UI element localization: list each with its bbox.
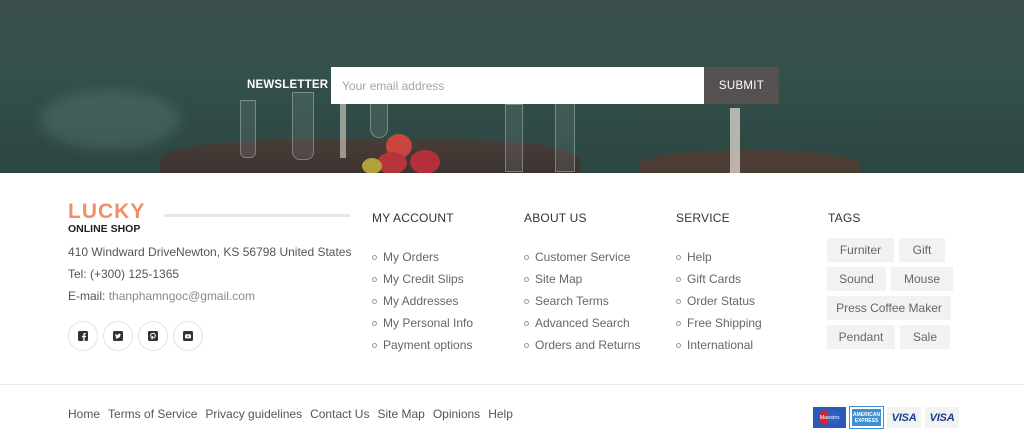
banner-glass-image [292,92,314,160]
tag-item[interactable]: Pendant [827,325,895,349]
footer-column-my-account: MY ACCOUNT My Orders My Credit Slips My … [372,211,473,356]
contact-email-link[interactable]: thanphamngoc@gmail.com [109,289,255,303]
visa-icon: VISA [887,407,921,428]
footer-divider [0,384,1024,385]
contact-email-row: E-mail: thanphamngoc@gmail.com [68,289,255,303]
maestro-icon: Maestro [813,407,846,428]
tag-item[interactable]: Furniter [827,238,894,262]
contact-email-label: E-mail: [68,289,106,303]
footer-link[interactable]: My Credit Slips [372,268,473,290]
banner-apple-image [377,152,407,173]
banner-glass-image [555,100,575,172]
footer-link[interactable]: Gift Cards [676,268,762,290]
tag-item[interactable]: Gift [899,238,945,262]
american-express-icon: AMERICAN EXPRESS [849,406,884,429]
youtube-icon [183,331,193,341]
bullet-icon [524,342,529,348]
bullet-icon [372,298,377,304]
bottom-link-home[interactable]: Home [68,407,100,421]
banner-apple-image [410,150,440,173]
bullet-icon [676,298,681,304]
tag-item[interactable]: Press Coffee Maker [827,296,951,320]
footer-link[interactable]: My Addresses [372,290,473,312]
column-title: SERVICE [676,211,730,225]
pinterest-link[interactable] [138,321,168,351]
banner-table-image-2 [640,150,860,173]
brand-name: LUCKY [68,200,146,223]
social-links [68,321,203,351]
brand-divider [164,214,350,217]
banner-glass-image [240,100,256,158]
bottom-link-help[interactable]: Help [488,407,513,421]
bullet-icon [676,276,681,282]
footer-link[interactable]: International [676,334,762,356]
footer-link[interactable]: My Orders [372,246,473,268]
footer-brand-logo[interactable]: LUCKY ONLINE SHOP [68,201,145,235]
footer-link[interactable]: Payment options [372,334,473,356]
bullet-icon [524,276,529,282]
banner-candle-image [340,104,346,158]
footer-column-tags: TAGS [828,211,861,225]
twitter-icon [113,331,123,341]
bullet-icon [524,254,529,260]
footer-column-service: SERVICE Help Gift Cards Order Status Fre… [676,211,762,356]
tag-item[interactable]: Sound [827,267,886,291]
bullet-icon [372,276,377,282]
bullet-icon [372,320,377,326]
bullet-icon [524,298,529,304]
payment-methods: Maestro AMERICAN EXPRESS VISA VISA [813,406,959,429]
banner-glass-image [370,100,388,138]
bottom-nav: Home Terms of Service Privacy guidelines… [68,407,513,421]
newsletter-label: NEWSLETTER [247,79,329,91]
facebook-link[interactable] [68,321,98,351]
bottom-link-terms[interactable]: Terms of Service [108,407,197,421]
contact-address: 410 Windward DriveNewton, KS 56798 Unite… [68,245,352,259]
footer-link[interactable]: Search Terms [524,290,640,312]
banner-glass-image [505,104,523,172]
banner-decoration [40,90,180,150]
banner-apple-image [362,158,382,173]
column-title: TAGS [828,211,861,225]
footer-link[interactable]: Site Map [524,268,640,290]
pinterest-icon [148,331,158,341]
bullet-icon [676,320,681,326]
bottom-link-opinions[interactable]: Opinions [433,407,480,421]
youtube-link[interactable] [173,321,203,351]
footer-link[interactable]: Customer Service [524,246,640,268]
bottom-link-sitemap[interactable]: Site Map [377,407,424,421]
newsletter-submit-button[interactable]: SUBMIT [704,67,779,104]
footer-column-about-us: ABOUT US Customer Service Site Map Searc… [524,211,640,356]
footer-link[interactable]: Advanced Search [524,312,640,334]
bullet-icon [372,254,377,260]
bullet-icon [676,342,681,348]
bullet-icon [524,320,529,326]
footer-link[interactable]: Order Status [676,290,762,312]
bottom-link-privacy[interactable]: Privacy guidelines [205,407,302,421]
bullet-icon [676,254,681,260]
footer-link[interactable]: Help [676,246,762,268]
footer-link[interactable]: Orders and Returns [524,334,640,356]
tag-item[interactable]: Sale [900,325,950,349]
twitter-link[interactable] [103,321,133,351]
newsletter-banner: NEWSLETTER SUBMIT [0,0,1024,173]
footer-link[interactable]: My Personal Info [372,312,473,334]
bullet-icon [372,342,377,348]
bottom-link-contact[interactable]: Contact Us [310,407,369,421]
column-title: MY ACCOUNT [372,211,454,225]
tag-item[interactable]: Mouse [891,267,953,291]
brand-tagline: ONLINE SHOP [68,223,141,235]
visa-icon: VISA [925,407,959,428]
newsletter-email-input[interactable] [331,67,704,104]
contact-tel: Tel: (+300) 125-1365 [68,267,180,281]
footer-link[interactable]: Free Shipping [676,312,762,334]
column-title: ABOUT US [524,211,587,225]
facebook-icon [78,331,88,341]
banner-candle-image [730,108,740,173]
